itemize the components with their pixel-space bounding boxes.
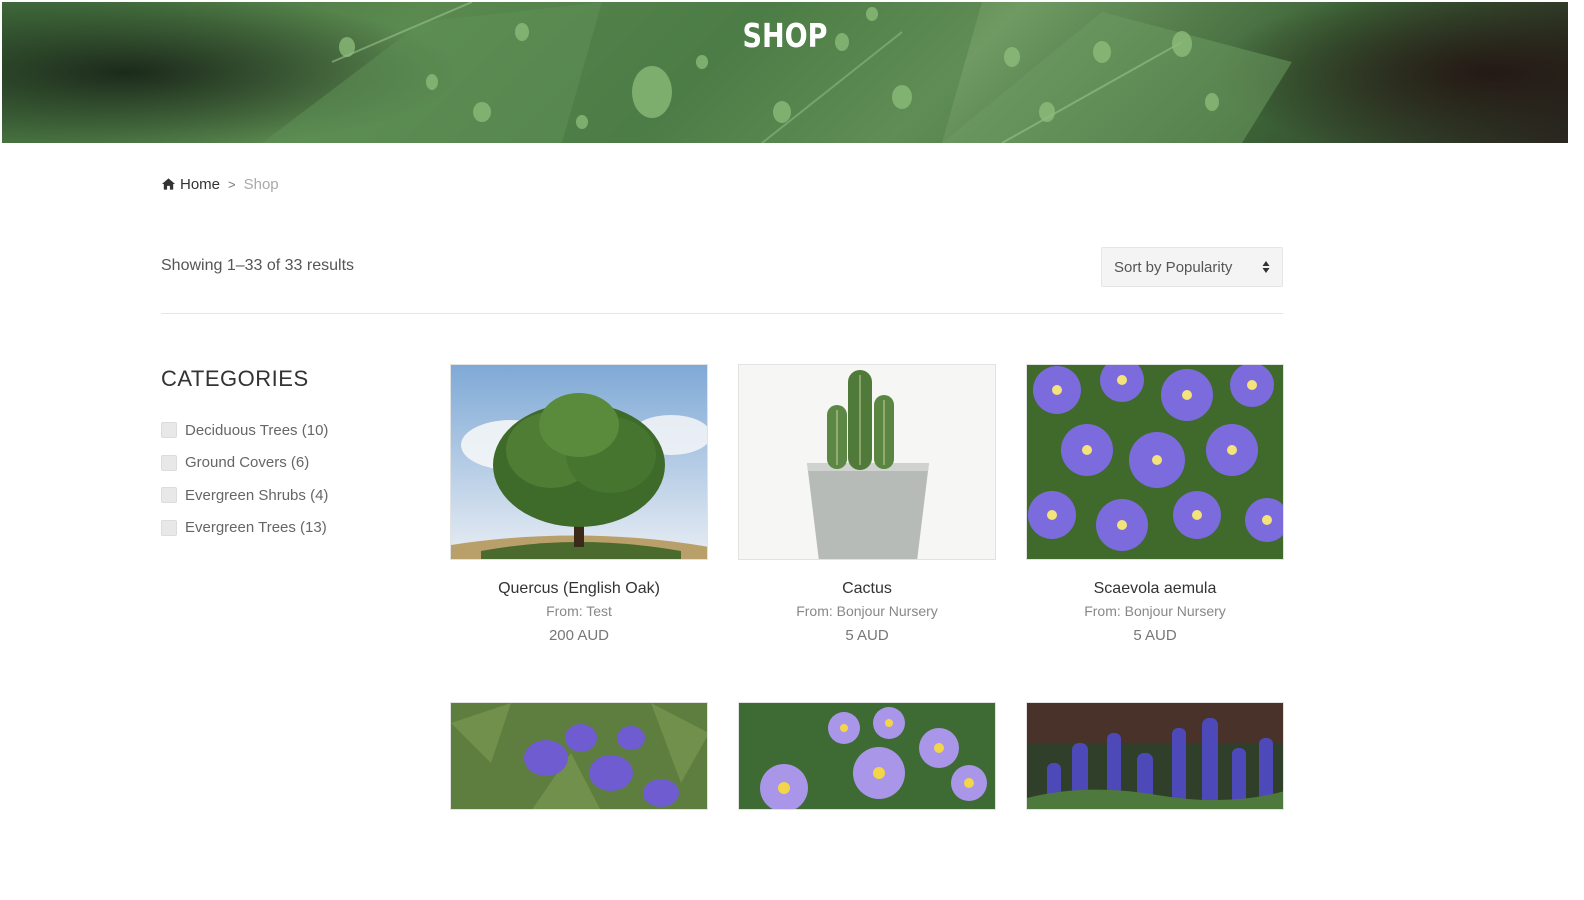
- categories-list: Deciduous Trees (10) Ground Covers (6) E…: [161, 414, 328, 544]
- product-vendor: From: Bonjour Nursery: [1084, 603, 1226, 619]
- product-name[interactable]: Cactus: [738, 580, 996, 598]
- product-vendor: From: Bonjour Nursery: [796, 603, 938, 619]
- product-vendor: From: Test: [546, 603, 612, 619]
- categories-heading: CATEGORIES: [161, 366, 309, 391]
- category-item[interactable]: Evergreen Trees (13): [161, 512, 328, 545]
- product-card[interactable]: Cactus From: Bonjour Nursery 5 AUD: [738, 364, 996, 644]
- category-checkbox[interactable]: [161, 422, 177, 439]
- product-name[interactable]: Quercus (English Oak): [450, 580, 708, 598]
- breadcrumb-separator: >: [228, 176, 236, 192]
- category-checkbox[interactable]: [161, 454, 177, 471]
- sort-caret-icon: [1262, 261, 1270, 273]
- product-price: 200 AUD: [548, 627, 610, 644]
- product-image-purple-violets[interactable]: [450, 702, 708, 810]
- category-checkbox[interactable]: [161, 487, 177, 504]
- hero-banner: SHOP: [2, 2, 1568, 143]
- product-card[interactable]: [738, 702, 996, 810]
- product-name[interactable]: Scaevola aemula: [1026, 580, 1284, 598]
- toolbar-divider: [161, 313, 1283, 314]
- product-card[interactable]: Quercus (English Oak) From: Test 200 AUD: [450, 364, 708, 644]
- product-image-blue-ajuga[interactable]: [1026, 702, 1284, 810]
- product-image-purple-daisies[interactable]: [738, 702, 996, 810]
- category-label: Deciduous Trees (10): [185, 421, 329, 439]
- category-item[interactable]: Deciduous Trees (10): [161, 414, 328, 447]
- product-image-potted-cactus[interactable]: [738, 364, 996, 560]
- product-price: 5 AUD: [845, 627, 889, 644]
- page-title: SHOP: [742, 16, 828, 55]
- breadcrumb-current: Shop: [243, 175, 279, 193]
- product-card[interactable]: [1026, 702, 1284, 810]
- category-checkbox[interactable]: [161, 519, 177, 536]
- product-card[interactable]: [450, 702, 708, 810]
- category-label: Evergreen Shrubs (4): [185, 486, 329, 504]
- product-image-oak-tree[interactable]: [450, 364, 708, 560]
- home-icon: [161, 178, 176, 190]
- sort-select[interactable]: Sort by Popularity: [1101, 247, 1283, 287]
- category-item[interactable]: Ground Covers (6): [161, 447, 328, 480]
- results-count: Showing 1–33 of 33 results: [161, 257, 355, 274]
- product-card[interactable]: Scaevola aemula From: Bonjour Nursery 5 …: [1026, 364, 1284, 644]
- category-item[interactable]: Evergreen Shrubs (4): [161, 479, 328, 512]
- product-image-purple-fan-flowers[interactable]: [1026, 364, 1284, 560]
- breadcrumb-home-link[interactable]: Home: [180, 176, 220, 193]
- product-price: 5 AUD: [1133, 627, 1177, 644]
- sort-selected-value: Sort by Popularity: [1114, 258, 1233, 276]
- category-label: Evergreen Trees (13): [185, 519, 327, 537]
- breadcrumb: Home > Shop: [161, 174, 279, 194]
- category-label: Ground Covers (6): [185, 454, 310, 472]
